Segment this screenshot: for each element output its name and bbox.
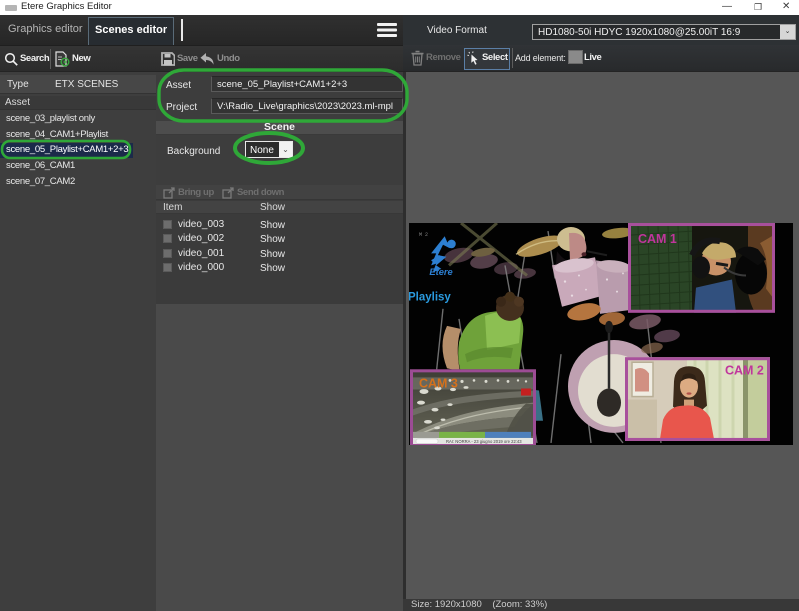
svg-text:Etere: Etere bbox=[429, 266, 452, 277]
svg-text:CAM 1: CAM 1 bbox=[638, 232, 677, 246]
svg-text:CAM 3: CAM 3 bbox=[419, 376, 458, 390]
svg-text:M 2: M 2 bbox=[419, 232, 428, 238]
svg-text:CAM 2: CAM 2 bbox=[725, 363, 764, 377]
svg-text:Playlisy: Playlisy bbox=[409, 292, 451, 304]
svg-text:RAI: NORRA - 23 giugno 2019 or: RAI: NORRA - 23 giugno 2019 ore 22:43 bbox=[446, 439, 522, 444]
